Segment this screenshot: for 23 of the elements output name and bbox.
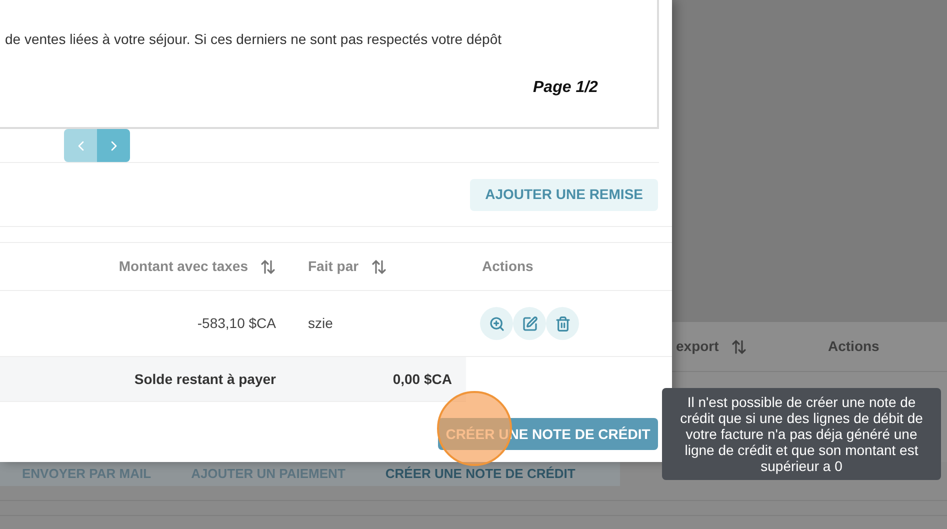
table-cell-text: -583,10 $CA (197, 314, 276, 333)
add-discount-button[interactable]: AJOUTER UNE REMISE (470, 178, 658, 210)
page-number: Page 1/2 (533, 78, 599, 98)
trash-icon (554, 316, 570, 332)
action-button[interactable]: CRÉER UNE NOTE DE CRÉDIT (381, 464, 580, 484)
column-header: Fait par (308, 257, 359, 276)
document-text: de ventes liées à votre séjour. Si ces derniers ne sont pas respectés votre dépôt (5, 30, 503, 49)
column-header: export (676, 337, 719, 356)
sort-icon[interactable] (370, 258, 387, 274)
edit-icon (522, 316, 538, 332)
delete-button[interactable] (546, 307, 579, 340)
edit-button[interactable] (513, 307, 546, 340)
tooltip: Il n'est possible de créer une note de crédit que si une des lignes de débit de votre facture n'a pas déja généré une ligne de crédit et que son montant est supérieur a 0 (662, 388, 941, 480)
sort-icon[interactable] (730, 338, 747, 354)
zoom-in-icon (488, 316, 504, 332)
sort-icon[interactable] (260, 258, 276, 274)
column-header: Actions (482, 257, 534, 276)
table-cell: szie (308, 314, 333, 330)
summary-value: 0,00 $CA (392, 370, 452, 388)
view-button[interactable] (480, 307, 513, 340)
column-header: Montant avec taxes (118, 257, 248, 276)
column-header: Actions (828, 337, 880, 356)
summary-label: Solde restant à payer (134, 370, 276, 389)
